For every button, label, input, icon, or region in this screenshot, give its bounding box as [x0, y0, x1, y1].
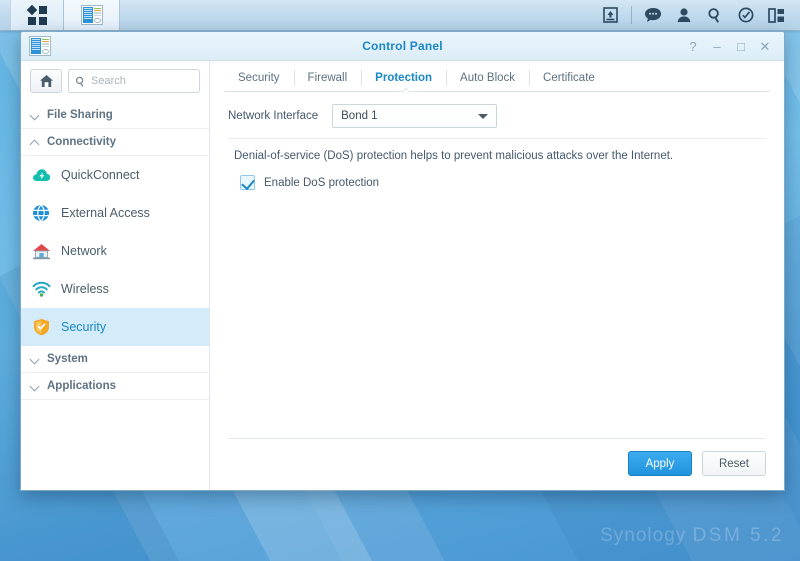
apply-button[interactable]: Apply	[627, 451, 692, 476]
tab-bar: Security Firewall Protection Auto Block …	[210, 61, 784, 91]
maximize-button[interactable]: □	[730, 35, 752, 57]
tab-firewall[interactable]: Firewall	[293, 65, 362, 91]
tab-underline	[224, 91, 770, 92]
quickconnect-cloud-icon	[31, 165, 51, 185]
sidebar-group-system[interactable]: System	[21, 346, 209, 373]
sidebar-item-label: Security	[61, 320, 107, 334]
sidebar-item-quickconnect[interactable]: QuickConnect	[21, 156, 209, 194]
search-icon[interactable]	[699, 0, 730, 31]
network-interface-value: Bond 1	[341, 110, 378, 122]
control-panel-icon	[80, 5, 103, 25]
grid-apps-icon	[26, 4, 47, 25]
sidebar-group-label: System	[47, 353, 88, 365]
tab-security[interactable]: Security	[224, 65, 294, 91]
sidebar-group-label: Applications	[47, 380, 117, 392]
desktop-watermark: Synology DSM 5.2	[600, 525, 784, 547]
dos-description: Denial-of-service (DoS) protection helps…	[234, 150, 674, 162]
taskbar	[0, 0, 800, 31]
sidebar-group-connectivity[interactable]: Connectivity	[21, 129, 209, 156]
minimize-button[interactable]: –	[706, 35, 728, 57]
active-tab-notch	[401, 87, 410, 92]
enable-dos-label: Enable DoS protection	[264, 176, 380, 189]
help-button[interactable]: ?	[682, 35, 704, 57]
sidebar-item-wireless[interactable]: Wireless	[21, 270, 209, 308]
chat-bubble-icon[interactable]	[637, 0, 668, 31]
footer-divider	[228, 438, 766, 439]
sidebar-item-label: Network	[61, 244, 107, 258]
sidebar-group-label: Connectivity	[47, 136, 117, 148]
upload-icon[interactable]	[595, 0, 626, 31]
page-title: Control Panel	[362, 39, 443, 53]
section-divider	[228, 138, 766, 139]
user-icon[interactable]	[668, 0, 699, 31]
shield-icon	[31, 317, 51, 337]
sidebar-group-applications[interactable]: Applications	[21, 373, 209, 400]
window-titlebar[interactable]: Control Panel ? – □ ✕	[21, 32, 784, 61]
content-area: Security Firewall Protection Auto Block …	[210, 61, 784, 490]
watermark-product: DSM 5.2	[692, 525, 784, 546]
chevron-down-icon	[478, 113, 489, 119]
footer-bar: Apply Reset	[210, 438, 784, 490]
watermark-brand: Synology	[600, 525, 687, 546]
chevron-down-icon	[31, 111, 40, 120]
sidebar-item-label: QuickConnect	[61, 168, 140, 182]
task-control-panel[interactable]	[64, 0, 120, 30]
network-interface-row: Network Interface Bond 1	[228, 104, 766, 128]
network-house-icon	[31, 241, 51, 261]
network-interface-label: Network Interface	[228, 110, 319, 122]
home-button[interactable]	[30, 69, 62, 93]
network-interface-select[interactable]: Bond 1	[332, 104, 498, 128]
reset-button[interactable]: Reset	[701, 451, 766, 476]
search-placeholder: Search	[91, 75, 126, 87]
sidebar-item-label: Wireless	[61, 282, 109, 296]
close-button[interactable]: ✕	[754, 35, 776, 57]
taskbar-divider	[631, 6, 632, 24]
sidebar-item-label: External Access	[61, 206, 150, 220]
sidebar-item-network[interactable]: Network	[21, 232, 209, 270]
sidebar: Search File Sharing Connectivity QuickCo…	[21, 61, 210, 490]
chevron-up-icon	[31, 138, 40, 147]
app-menu-button[interactable]	[10, 0, 64, 30]
sidebar-group-file-sharing[interactable]: File Sharing	[21, 102, 209, 129]
control-panel-window: Control Panel ? – □ ✕ Search File Sharin…	[20, 31, 785, 491]
tab-certificate[interactable]: Certificate	[529, 65, 609, 91]
wireless-signal-icon	[31, 279, 51, 299]
sidebar-item-external-access[interactable]: External Access	[21, 194, 209, 232]
chevron-down-icon	[31, 355, 40, 364]
tab-auto-block[interactable]: Auto Block	[446, 65, 529, 91]
globe-icon	[31, 203, 51, 223]
sidebar-group-label: File Sharing	[47, 109, 113, 121]
check-circle-icon[interactable]	[730, 0, 761, 31]
enable-dos-row[interactable]: Enable DoS protection	[228, 175, 766, 190]
widgets-icon[interactable]	[761, 0, 792, 31]
protection-pane: Network Interface Bond 1 Denial-of-servi…	[210, 92, 784, 438]
enable-dos-checkbox[interactable]	[240, 175, 255, 190]
search-input[interactable]: Search	[68, 69, 200, 93]
chevron-down-icon	[31, 382, 40, 391]
sidebar-item-security[interactable]: Security	[21, 308, 209, 346]
